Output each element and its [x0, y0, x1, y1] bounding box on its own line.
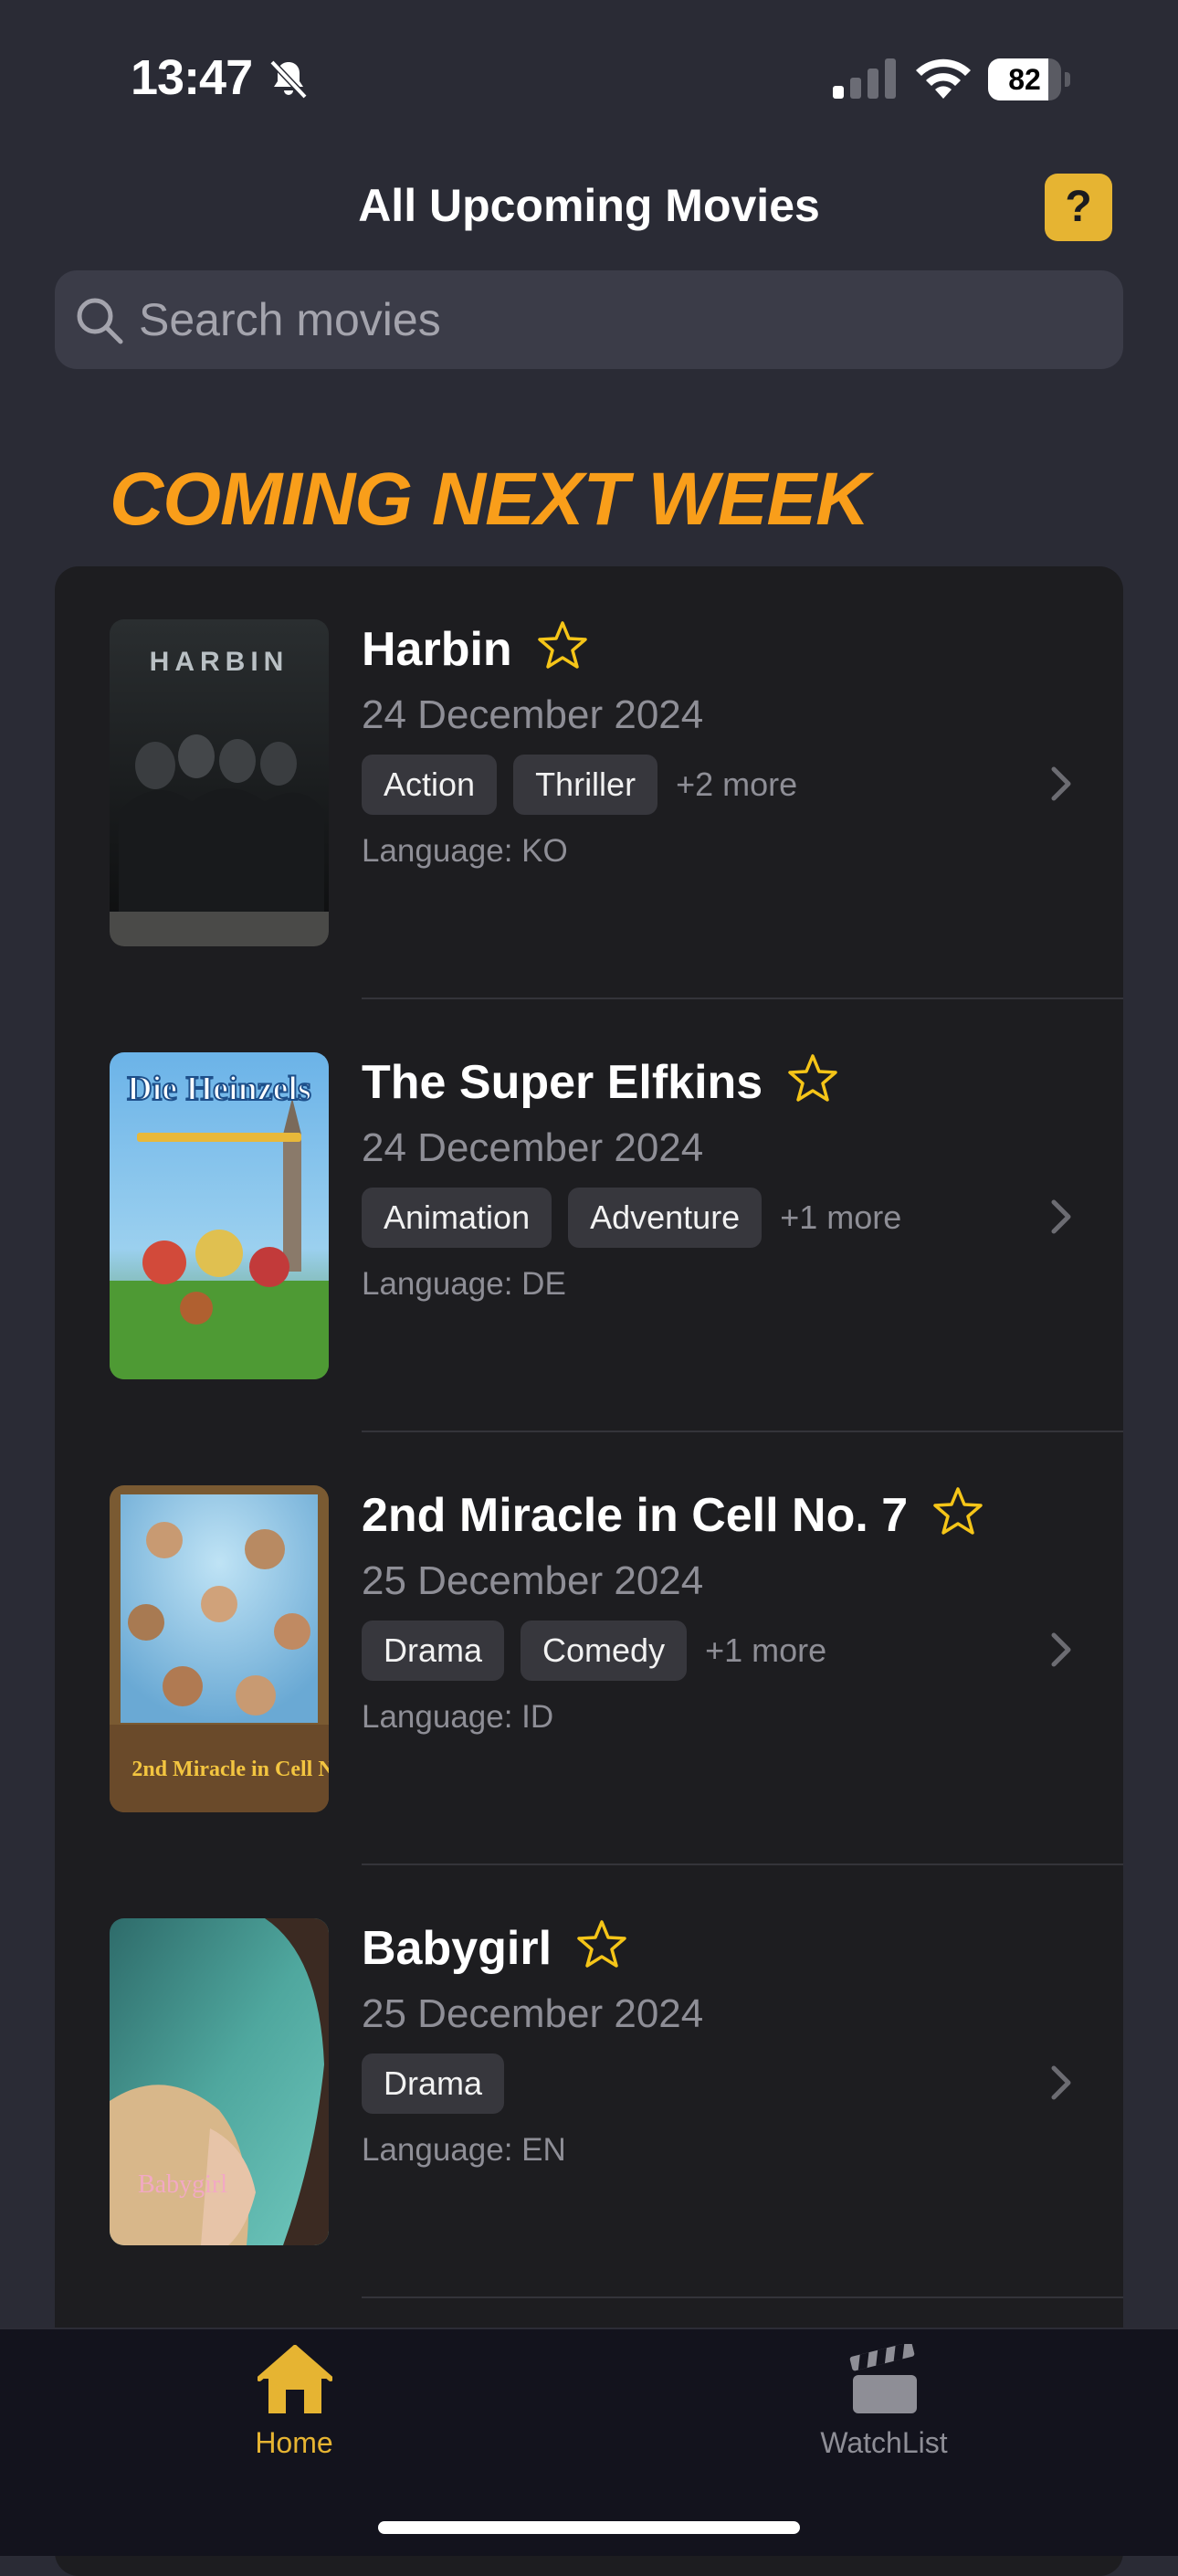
cellular-signal-icon [833, 58, 896, 99]
tab-label: Home [255, 2426, 333, 2459]
search-icon [77, 298, 123, 344]
tab-watchlist[interactable]: WatchList [747, 2329, 1021, 2476]
more-genres-count: +1 more [705, 1631, 827, 1669]
movie-poster: Die Heinzels [110, 1052, 329, 1379]
chevron-right-icon [1051, 766, 1071, 801]
poster-title: 2nd Miracle in Cell No.7 [131, 1758, 329, 1781]
movie-list: HARBIN Harbin 24 December 2024 Action Th… [55, 566, 1123, 2576]
battery-percentage: 82 [1008, 63, 1041, 96]
star-icon[interactable] [575, 1918, 628, 1971]
genre-list: Drama [362, 2053, 505, 2114]
more-genres-count: +2 more [676, 765, 798, 803]
poster-title: HARBIN [150, 647, 289, 677]
poster-title: Babygirl [138, 2170, 227, 2199]
movie-poster: HARBIN [110, 619, 329, 946]
movie-title: Babygirl [362, 1918, 628, 1976]
release-date: 25 December 2024 [362, 1991, 704, 2036]
search-input[interactable] [139, 270, 1098, 369]
page-title: All Upcoming Movies [358, 180, 820, 231]
home-indicator [378, 2521, 800, 2534]
movie-row[interactable]: Die Heinzels The Super Elfkins 24 Decemb… [55, 999, 1123, 1432]
movie-poster: Babygirl [110, 1918, 329, 2245]
genre-chip: Drama [362, 2053, 505, 2114]
battery-indicator: 82 [988, 58, 1072, 100]
genre-chip: Comedy [521, 1621, 688, 1681]
status-time: 13:47 [131, 50, 253, 105]
star-icon[interactable] [536, 619, 589, 672]
genre-list: Drama Comedy +1 more [362, 1621, 826, 1681]
chevron-right-icon [1051, 2065, 1071, 2100]
movie-poster: 2nd Miracle in Cell No.7 [110, 1485, 329, 1812]
star-icon[interactable] [931, 1485, 984, 1538]
clapperboard-icon [849, 2344, 917, 2413]
release-date: 24 December 2024 [362, 692, 704, 737]
movie-title: 2nd Miracle in Cell No. 7 [362, 1485, 984, 1543]
genre-chip: Action [362, 755, 498, 815]
tab-home[interactable]: Home [157, 2329, 431, 2476]
chevron-right-icon [1051, 1199, 1071, 1234]
genre-list: Action Thriller +2 more [362, 755, 797, 815]
language-label: Language: KO [362, 833, 568, 869]
movie-row[interactable]: 2nd Miracle in Cell No.7 2nd Miracle in … [55, 1432, 1123, 1865]
genre-chip: Thriller [513, 755, 658, 815]
wifi-icon [916, 58, 971, 99]
bell-slash-icon [269, 59, 308, 100]
section-title: COMING NEXT WEEK [110, 458, 869, 541]
row-divider [362, 2296, 1123, 2298]
house-icon [258, 2345, 332, 2413]
tab-label: WatchList [820, 2426, 948, 2459]
language-label: Language: DE [362, 1266, 566, 1302]
poster-title: Die Heinzels [127, 1070, 311, 1108]
search-bar[interactable] [55, 270, 1123, 369]
movie-title: The Super Elfkins [362, 1052, 839, 1110]
genre-chip: Animation [362, 1188, 552, 1248]
genre-chip: Drama [362, 1621, 505, 1681]
genre-chip: Adventure [568, 1188, 763, 1248]
chevron-right-icon [1051, 1632, 1071, 1667]
language-label: Language: ID [362, 1699, 554, 1735]
release-date: 25 December 2024 [362, 1558, 704, 1603]
release-date: 24 December 2024 [362, 1125, 704, 1170]
movie-title: Harbin [362, 619, 589, 677]
language-label: Language: EN [362, 2132, 566, 2168]
status-bar: 13:47 82 [0, 0, 1178, 137]
help-button[interactable]: ? [1045, 174, 1112, 241]
star-icon[interactable] [786, 1052, 839, 1105]
movie-row[interactable]: Babygirl Babygirl 25 December 2024 Drama… [55, 1865, 1123, 2298]
more-genres-count: +1 more [780, 1198, 902, 1236]
movie-row[interactable]: HARBIN Harbin 24 December 2024 Action Th… [55, 566, 1123, 999]
genre-list: Animation Adventure +1 more [362, 1188, 901, 1248]
